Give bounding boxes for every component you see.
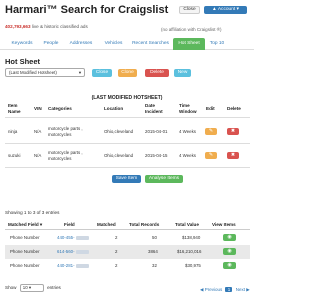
- nav-tabs: Keywords People Addresses Vehicles Recen…: [0, 38, 254, 50]
- affiliation-notice: (no affiliation with Craigslist ®): [161, 27, 222, 32]
- item-categories: motorcycle parts , motorcycles: [48, 126, 83, 137]
- hotsheet-select[interactable]: (Last Modified Hotsheet) ▼: [5, 68, 85, 77]
- edit-icon[interactable]: ✎: [205, 152, 217, 159]
- total-value: $16,210,016: [177, 249, 202, 254]
- table-row: Phone Number 440-281- 2 32 $30,975 ◉: [5, 259, 250, 273]
- matched-count: 2: [115, 249, 118, 254]
- item-location: Ohio,cleveland: [104, 153, 134, 158]
- next-page-link[interactable]: Next ▶: [236, 287, 250, 292]
- table-row: Phone Number 440-455- 2 50 $138,940 ◉: [5, 231, 250, 245]
- tagline-text: live & historic classified ads: [30, 24, 88, 29]
- clone-hotsheet-button[interactable]: Clone: [118, 69, 137, 77]
- tab-hot-sheet[interactable]: Hot Sheet: [173, 38, 205, 50]
- new-hotsheet-button[interactable]: New: [174, 69, 191, 77]
- total-records: 32: [152, 263, 157, 268]
- col-matched-field[interactable]: Matched Field ▾: [8, 222, 42, 228]
- previous-page-link[interactable]: ◀ Previous: [200, 287, 222, 292]
- delete-icon[interactable]: ✖: [227, 152, 239, 159]
- item-date: 2015-04-15: [145, 153, 168, 158]
- tab-top-10[interactable]: Top 10: [205, 38, 229, 50]
- item-date: 2015-04-01: [145, 129, 168, 134]
- eye-icon[interactable]: ◉: [223, 248, 236, 255]
- total-value: $30,975: [185, 263, 201, 268]
- hotsheet-title: Hot Sheet: [5, 57, 41, 66]
- tab-vehicles[interactable]: Vehicles: [99, 38, 128, 50]
- matched-field: Phone Number: [10, 235, 40, 240]
- col-delete: Delete: [227, 106, 241, 111]
- col-categories: Categories: [48, 106, 72, 111]
- divider: [5, 229, 250, 230]
- col-vin: VIN: [34, 106, 42, 111]
- col-time-window: Time Window: [179, 103, 197, 114]
- col-view-items[interactable]: View Items: [212, 222, 236, 227]
- redacted-block: [75, 235, 89, 240]
- item-name: suzuki: [8, 153, 21, 158]
- field-value[interactable]: 440-455-: [57, 235, 89, 241]
- delete-hotsheet-button[interactable]: Delete: [145, 69, 169, 77]
- edit-icon[interactable]: ✎: [205, 128, 217, 135]
- divider: [5, 167, 250, 168]
- redacted-block: [75, 249, 89, 254]
- matched-field: Phone Number: [10, 249, 40, 254]
- matched-count: 2: [115, 235, 118, 240]
- eye-icon[interactable]: ◉: [223, 262, 236, 269]
- close-app-button[interactable]: Close: [179, 6, 200, 14]
- matched-field: Phone Number: [10, 263, 40, 268]
- total-records: 3864: [148, 249, 158, 254]
- delete-icon[interactable]: ✖: [227, 128, 239, 135]
- col-field[interactable]: Field: [64, 222, 75, 227]
- hotsheet-section-title: (LAST MODIFIED HOTSHEET): [91, 95, 163, 101]
- divider: [5, 117, 250, 118]
- total-records: 50: [152, 235, 157, 240]
- page-size-select[interactable]: 10 ▾: [19, 284, 44, 292]
- entries-info: Showing 1 to 3 of 3 entries: [5, 210, 60, 215]
- entries-label: entries: [47, 285, 61, 291]
- matched-count: 2: [115, 263, 118, 268]
- current-page[interactable]: 1: [225, 287, 233, 292]
- tab-people[interactable]: People: [39, 38, 63, 50]
- show-label: Show: [5, 285, 17, 291]
- item-categories: motorcycle parts , motorcycles: [48, 150, 83, 161]
- redacted-block: [75, 263, 89, 268]
- page-size-control: Show 10 ▾ entries: [5, 284, 61, 292]
- tab-recent-searches[interactable]: Recent Searches: [128, 38, 173, 50]
- col-item-name: Item Name: [8, 103, 21, 114]
- col-date-incident: Date Incident: [145, 103, 163, 114]
- col-location: Location: [104, 106, 124, 111]
- item-window: 4 Weeks: [179, 153, 197, 158]
- tab-addresses[interactable]: Addresses: [63, 38, 99, 50]
- account-button[interactable]: ▲ Account ▾: [204, 6, 247, 14]
- col-total-records[interactable]: Total Records: [129, 222, 159, 227]
- pagination: ◀ Previous 1 Next ▶: [200, 287, 250, 293]
- field-value[interactable]: 440-281-: [57, 263, 89, 269]
- item-name: ninja: [8, 129, 18, 134]
- tagline: 402,793,663 live & historic classified a…: [5, 24, 88, 29]
- app-title: Harmari™ Search for Craigslist: [5, 4, 169, 16]
- hotsheet-select-value: (Last Modified Hotsheet): [9, 70, 57, 75]
- close-hotsheet-button[interactable]: Close: [92, 69, 112, 77]
- col-total-value[interactable]: Total Value: [175, 222, 199, 227]
- ads-count: 402,793,663: [5, 24, 31, 29]
- eye-icon[interactable]: ◉: [223, 234, 236, 241]
- col-edit: Edit: [206, 106, 215, 111]
- item-vin: N/A: [34, 129, 42, 134]
- item-window: 4 Weeks: [179, 129, 197, 134]
- save-item-button[interactable]: Save Item: [112, 175, 141, 183]
- table-row: Phone Number 614-560- 2 3864 $16,210,016…: [5, 245, 250, 259]
- item-location: Ohio,cleveland: [104, 129, 134, 134]
- analyse-items-button[interactable]: Analyse Items: [145, 175, 183, 183]
- chevron-down-icon: ▼: [78, 70, 82, 75]
- total-value: $138,940: [182, 235, 201, 240]
- col-matched[interactable]: Matched: [97, 222, 116, 227]
- divider: [5, 143, 250, 144]
- tab-keywords[interactable]: Keywords: [5, 38, 39, 50]
- field-value[interactable]: 614-560-: [57, 249, 89, 255]
- item-vin: N/A: [34, 153, 42, 158]
